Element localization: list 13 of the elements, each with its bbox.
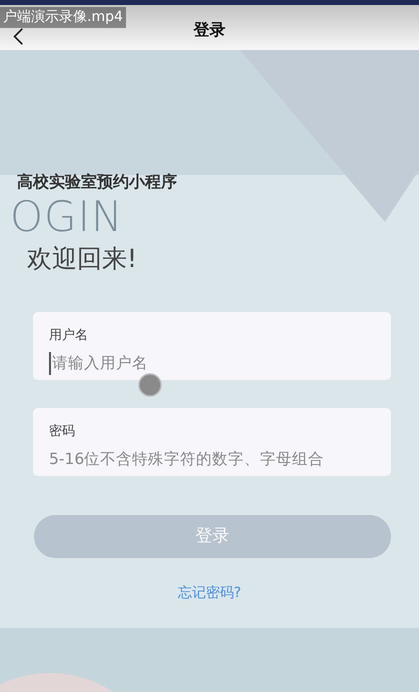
- pointer-icon: [138, 373, 162, 397]
- backdrop-word: OGIN: [10, 196, 124, 238]
- text-entry[interactable]: 5-16位不含特殊字符的数字、字母组合: [49, 448, 375, 472]
- app-name: 高校实验室预约小程序: [17, 171, 177, 193]
- video-filename: 户端演示录像.mp4: [0, 7, 126, 28]
- welcome-heading: 欢迎回来!: [27, 243, 138, 275]
- input-field[interactable]: 密码 5-16位不含特殊字符的数字、字母组合: [33, 408, 391, 476]
- input-field[interactable]: 用户名 请输入用户名: [33, 312, 391, 380]
- page-title: 登录: [194, 19, 226, 41]
- text-entry[interactable]: 请输入用户名: [49, 352, 375, 376]
- field-label: 密码: [49, 423, 75, 441]
- field-label: 用户名: [49, 327, 88, 345]
- back-icon[interactable]: [12, 27, 24, 46]
